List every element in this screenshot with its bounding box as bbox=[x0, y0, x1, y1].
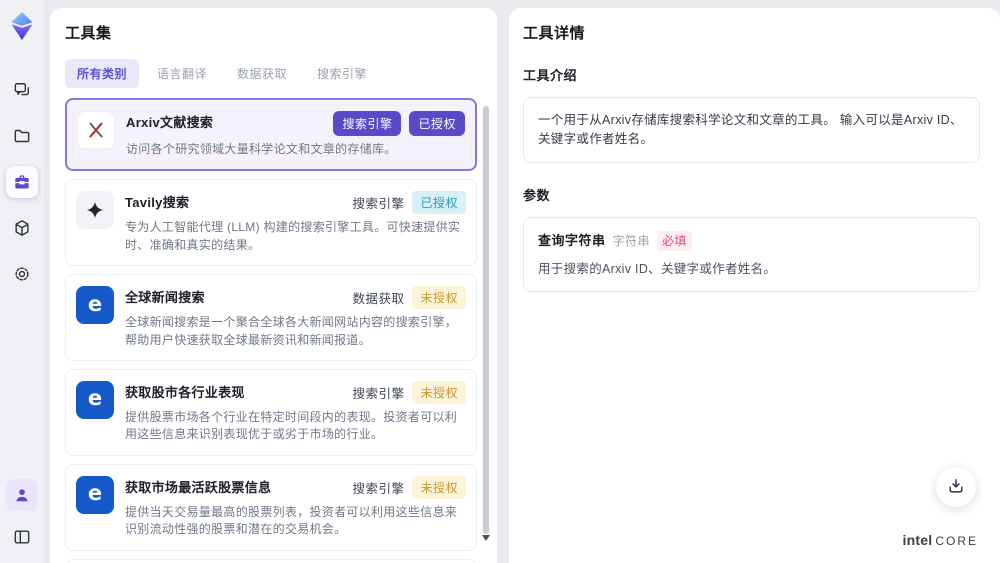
intel-core-logo: intel core bbox=[903, 532, 978, 548]
toolbox-icon bbox=[12, 172, 32, 192]
toolset-panel: 工具集 所有类别 语言翻译 数据获取 搜索引擎 Arxiv文献搜索 搜索引擎 已授权 访问各… bbox=[50, 8, 497, 563]
tool-category-label: 搜索引擎 bbox=[333, 111, 402, 136]
tool-badges: 搜索引擎 已授权 bbox=[333, 111, 465, 136]
core-product-text: core bbox=[935, 534, 978, 548]
tool-card-1[interactable]: Tavily搜索 搜索引擎 已授权专为人工智能代理 (LLM) 构建的搜索引擎工具。… bbox=[65, 179, 477, 267]
gear-icon bbox=[12, 264, 32, 284]
user-icon bbox=[12, 485, 32, 505]
tool-description: 专为人工智能代理 (LLM) 构建的搜索引擎工具。可快速提供实时、准确和真实的结… bbox=[125, 220, 461, 252]
arxiv-logo-icon bbox=[77, 111, 115, 149]
stock-logo-icon: e bbox=[76, 475, 114, 514]
intel-brand-text: intel bbox=[902, 532, 933, 548]
app-window: 工具集 所有类别 语言翻译 数据获取 搜索引擎 Arxiv文献搜索 搜索引擎 已授权 访问各… bbox=[0, 0, 1000, 563]
chat-icon bbox=[12, 80, 32, 100]
tool-badges: 搜索引擎 未授权 bbox=[352, 380, 466, 404]
param-type: 字符串 bbox=[612, 233, 651, 248]
tool-card-2[interactable]: e 全球新闻搜索 数据获取 未授权全球新闻搜索是一个聚合全球各大新闻网站内容的搜索引擎… bbox=[65, 274, 477, 361]
sidebar-item-settings[interactable] bbox=[6, 258, 38, 290]
tool-details-panel: 工具详情 工具介绍 一个用于从Arxiv存储库搜索科学论文和文章的工具。 输入可… bbox=[509, 8, 1000, 563]
tool-card-3[interactable]: e 获取股市各行业表现 搜索引擎 未授权提供股票市场各个行业在特定时间段内的表现。投资… bbox=[65, 368, 477, 456]
tab-category-0[interactable]: 所有类别 bbox=[65, 59, 140, 88]
param-card: 查询字符串 字符串 必填 用于搜索的Arxiv ID、关键字或作者姓名。 bbox=[523, 216, 980, 293]
tool-badges: 数据获取 未授权 bbox=[352, 286, 466, 310]
tool-category-label: 搜索引擎 bbox=[352, 481, 405, 496]
param-header: 查询字符串 字符串 必填 bbox=[538, 230, 965, 251]
toolset-title: 工具集 bbox=[65, 25, 112, 42]
panel-toggle-icon bbox=[12, 527, 32, 547]
tool-name: 获取股市各行业表现 bbox=[125, 384, 245, 400]
sidebar-item-files[interactable] bbox=[6, 120, 38, 152]
tool-intro-heading: 工具介绍 bbox=[523, 68, 578, 83]
params-heading: 参数 bbox=[523, 187, 551, 203]
tool-description: 全球新闻搜索是一个聚合全球各大新闻网站内容的搜索引擎，帮助用户快速获取全球最新资… bbox=[125, 315, 458, 347]
tool-status-badge: 已授权 bbox=[409, 111, 465, 136]
tab-category-2[interactable]: 数据获取 bbox=[225, 59, 299, 88]
tool-badges: 搜索引擎 已授权 bbox=[352, 191, 466, 215]
param-required-badge: 必填 bbox=[657, 230, 693, 251]
sidebar-item-toolset[interactable] bbox=[6, 166, 38, 198]
tavily-logo-icon bbox=[76, 191, 114, 230]
stock-logo-icon: e bbox=[76, 380, 114, 419]
tool-card-0[interactable]: Arxiv文献搜索 搜索引擎 已授权 访问各个研究领域大量科学论文和文章的存储库。 bbox=[65, 98, 477, 172]
cube-icon bbox=[12, 218, 32, 238]
scrollbar-thumb[interactable] bbox=[483, 106, 489, 534]
tool-status-badge: 已授权 bbox=[412, 191, 466, 215]
folder-icon bbox=[12, 126, 32, 146]
tool-card-5[interactable]: 万维地区新闻查询搜索引擎未授权查询具体行政区划内的新闻，快速了解各地新闻动态 bbox=[65, 558, 477, 563]
tool-name: Arxiv文献搜索 bbox=[126, 115, 214, 130]
tool-name: Tavily搜索 bbox=[125, 195, 190, 211]
tool-description: 提供股票市场各个行业在特定时间段内的表现。投资者可以利用这些信息来识别表现优于或… bbox=[125, 409, 458, 442]
tool-category-label: 搜索引擎 bbox=[352, 197, 405, 212]
tab-category-1[interactable]: 语言翻译 bbox=[145, 59, 219, 88]
tab-category-3[interactable]: 搜索引擎 bbox=[305, 59, 379, 88]
app-logo-icon bbox=[7, 8, 37, 44]
tool-status-badge: 未授权 bbox=[412, 475, 466, 499]
param-name: 查询字符串 bbox=[538, 232, 606, 248]
tool-category-label: 搜索引擎 bbox=[352, 386, 405, 401]
tool-details-title: 工具详情 bbox=[523, 25, 586, 42]
tool-card-4[interactable]: e 获取市场最活跃股票信息 搜索引擎 未授权提供当天交易量最高的股票列表，投资者可以利… bbox=[65, 463, 477, 551]
sidebar-item-chat[interactable] bbox=[6, 74, 38, 106]
tool-category-label: 数据获取 bbox=[352, 292, 405, 307]
tool-name: 全球新闻搜索 bbox=[125, 290, 205, 306]
globalnews-logo-icon: e bbox=[76, 286, 114, 325]
tool-description: 提供当天交易量最高的股票列表，投资者可以利用这些信息来识别流动性强的股票和潜在的… bbox=[125, 504, 458, 537]
sidebar-item-panel[interactable] bbox=[6, 521, 38, 553]
tool-badges: 搜索引擎 未授权 bbox=[352, 475, 466, 499]
sidebar-item-profile[interactable] bbox=[6, 479, 38, 511]
scrollbar[interactable] bbox=[482, 104, 490, 559]
sidebar bbox=[0, 0, 44, 563]
param-description: 用于搜索的Arxiv ID、关键字或作者姓名。 bbox=[538, 261, 777, 276]
category-tabs: 所有类别 语言翻译 数据获取 搜索引擎 bbox=[65, 59, 477, 88]
tool-list: Arxiv文献搜索 搜索引擎 已授权 访问各个研究领域大量科学论文和文章的存储库。 Ta… bbox=[65, 98, 477, 563]
tool-status-badge: 未授权 bbox=[412, 286, 466, 310]
main-content: 工具集 所有类别 语言翻译 数据获取 搜索引擎 Arxiv文献搜索 搜索引擎 已授权 访问各… bbox=[44, 0, 1000, 563]
download-button[interactable] bbox=[936, 467, 976, 507]
download-icon bbox=[946, 476, 966, 499]
tool-name: 获取市场最活跃股票信息 bbox=[125, 479, 272, 495]
sidebar-item-models[interactable] bbox=[6, 212, 38, 244]
tool-status-badge: 未授权 bbox=[412, 380, 466, 404]
tool-intro-text: 一个用于从Arxiv存储库搜索科学论文和文章的工具。 输入可以是Arxiv ID… bbox=[523, 97, 980, 163]
scrollbar-down-caret[interactable] bbox=[482, 535, 490, 541]
tool-description: 访问各个研究领域大量科学论文和文章的存储库。 bbox=[126, 142, 397, 156]
